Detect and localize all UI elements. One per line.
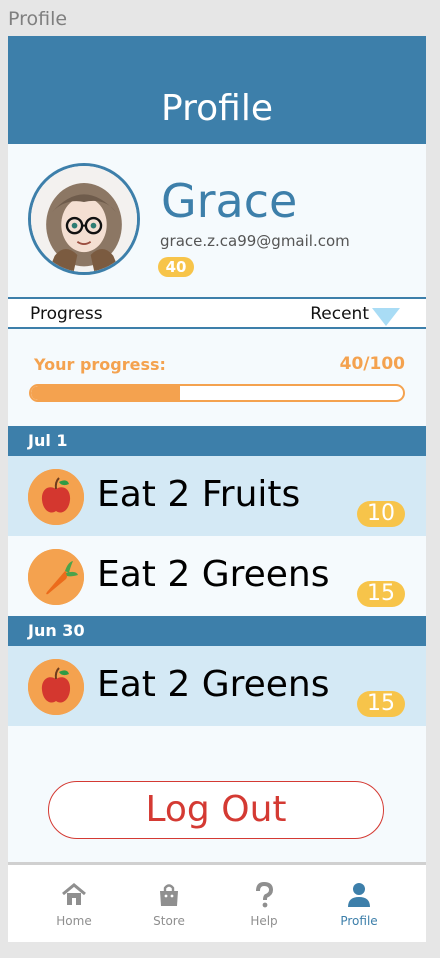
sort-dropdown-icon[interactable] <box>372 308 400 326</box>
apple-icon <box>28 469 84 525</box>
history-entry[interactable]: Eat 2 Greens 15 <box>8 646 426 726</box>
avatar[interactable] <box>28 163 140 275</box>
history-entry[interactable]: Eat 2 Greens 15 <box>8 536 426 616</box>
phone-screen: Profile Grace grace.z.ca99@gmail.com 40 … <box>8 36 426 942</box>
progress-count: 40/100 <box>339 354 405 374</box>
entry-points-badge: 15 <box>357 691 405 717</box>
progress-fill <box>31 386 180 400</box>
points-badge: 40 <box>158 257 194 277</box>
progress-sort-bar: Progress Recent <box>8 297 426 329</box>
bottom-nav: Home Store Help Profile <box>8 862 426 942</box>
entry-title: Eat 2 Greens <box>97 554 330 595</box>
nav-label: Profile <box>340 914 378 928</box>
page-title: Profile <box>161 88 273 129</box>
entry-title: Eat 2 Greens <box>97 664 330 705</box>
apple-icon <box>28 659 84 715</box>
logout-button[interactable]: Log Out <box>48 781 384 839</box>
date-header-jul-1: Jul 1 <box>8 426 426 456</box>
question-icon <box>224 881 304 909</box>
nav-help[interactable]: Help <box>224 881 304 928</box>
history-entry[interactable]: Eat 2 Fruits 10 <box>8 456 426 536</box>
user-name: Grace <box>161 174 298 228</box>
entry-title: Eat 2 Fruits <box>97 474 301 515</box>
page-header: Profile <box>8 36 426 144</box>
home-icon <box>34 881 114 909</box>
progress-track <box>29 384 405 402</box>
date-header-jun-30: Jun 30 <box>8 616 426 646</box>
date-label: Jul 1 <box>28 431 68 450</box>
nav-label: Home <box>56 914 92 928</box>
entry-points-badge: 15 <box>357 581 405 607</box>
entry-points-badge: 10 <box>357 501 405 527</box>
nav-store[interactable]: Store <box>129 881 209 928</box>
nav-home[interactable]: Home <box>34 881 114 928</box>
your-progress-label: Your progress: <box>34 355 166 374</box>
user-icon <box>319 881 399 909</box>
shopping-bag-icon <box>129 881 209 909</box>
date-label: Jun 30 <box>28 621 85 640</box>
progress-tab[interactable]: Progress <box>30 304 103 324</box>
nav-profile[interactable]: Profile <box>319 881 399 928</box>
window-title: Profile <box>8 8 68 30</box>
carrot-icon <box>28 549 84 605</box>
sort-label[interactable]: Recent <box>310 304 369 324</box>
nav-label: Help <box>250 914 278 928</box>
nav-label: Store <box>153 914 185 928</box>
user-email: grace.z.ca99@gmail.com <box>160 232 350 250</box>
